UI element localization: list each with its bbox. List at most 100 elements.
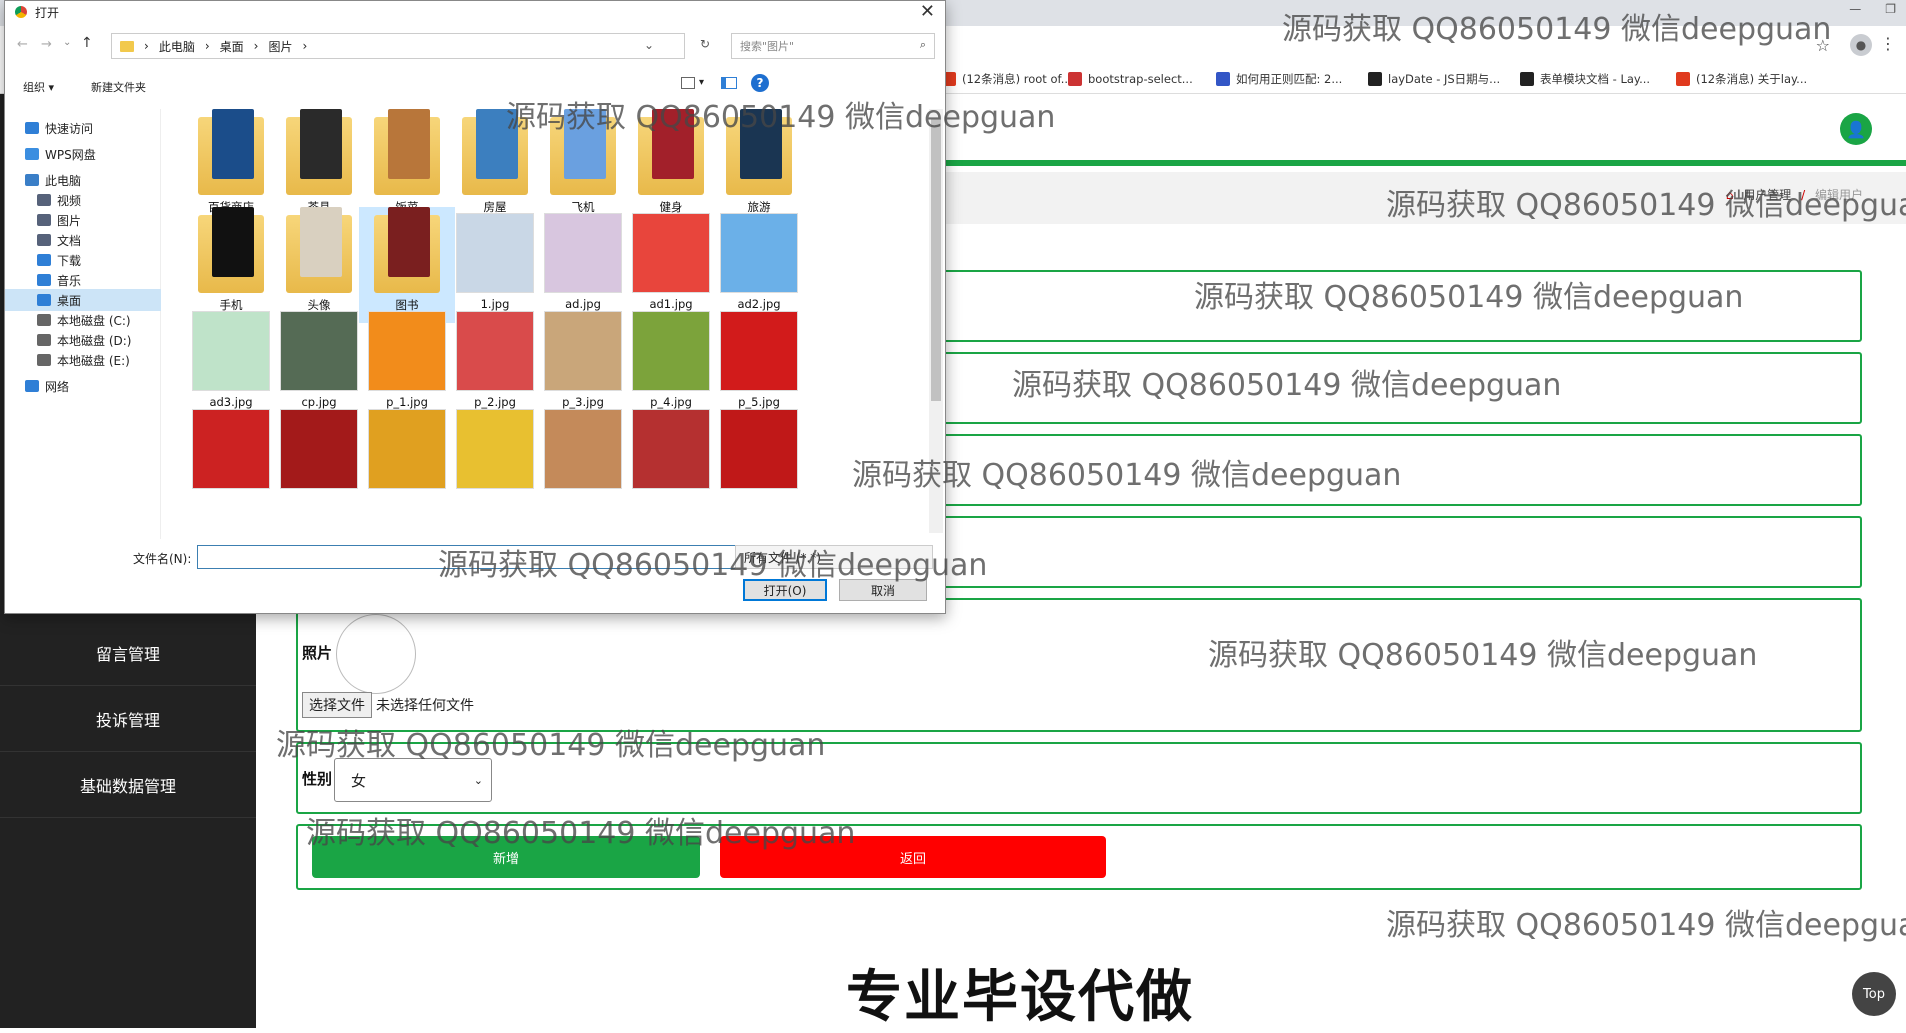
nav-item-label: WPS网盘 <box>45 147 96 162</box>
file-status: 未选择任何文件 <box>376 698 474 714</box>
folder-thumbnail-icon <box>368 109 446 195</box>
file-item[interactable] <box>711 403 807 519</box>
organize-button[interactable]: 组织 ▾ <box>23 79 54 95</box>
path-bar[interactable]: › 此电脑 › 桌面 › 图片 › ⌄ ↻ <box>111 33 710 59</box>
file-item[interactable] <box>359 403 455 519</box>
bookmark-label: layDate - JS日期与... <box>1388 72 1501 86</box>
picture-icon <box>37 214 51 226</box>
watermark-text: 源码获取 QQ86050149 微信deepguan <box>1208 638 1758 673</box>
photo-label: 照片 <box>302 644 333 662</box>
scrollbar-thumb[interactable] <box>931 119 941 401</box>
image-thumbnail <box>632 403 710 489</box>
bookmark-label: (12条消息) root of... <box>962 72 1072 86</box>
layui-icon <box>1520 72 1534 86</box>
back-arrow-icon[interactable]: ← <box>17 37 28 52</box>
close-icon[interactable]: ✕ <box>920 1 935 22</box>
nav-item-label: 桌面 <box>57 293 82 308</box>
menu-kebab-icon[interactable]: ⋮ <box>1880 34 1896 53</box>
folder-icon <box>120 40 134 52</box>
file-item[interactable] <box>447 403 543 519</box>
dialog-nav-row: ← → ⌄ ↑ › 此电脑 › 桌面 › 图片 › ⌄ ↻ 搜索"图片" ⌕ <box>5 29 945 63</box>
search-placeholder: 搜索"图片" <box>740 40 795 53</box>
nav-item[interactable]: 网络 <box>5 375 161 397</box>
nav-item[interactable]: 快速访问 <box>5 117 161 139</box>
image-thumbnail <box>632 305 710 391</box>
nav-item[interactable]: 此电脑 <box>5 169 161 191</box>
choose-file-button[interactable]: 选择文件 <box>302 692 372 718</box>
minimize-icon[interactable]: — <box>1849 2 1861 16</box>
gender-select[interactable]: 女 ⌄ <box>334 758 492 802</box>
file-item[interactable] <box>623 403 719 519</box>
layui-icon <box>1368 72 1382 86</box>
csdn-icon <box>1676 72 1690 86</box>
image-thumbnail <box>368 403 446 489</box>
nav-item[interactable]: 本地磁盘 (C:) <box>5 309 161 331</box>
nav-item[interactable]: 文档 <box>5 229 161 251</box>
sidebar-item-complaints[interactable]: 投诉管理 <box>0 686 256 752</box>
file-item[interactable] <box>183 403 279 519</box>
path-item[interactable]: 此电脑 <box>159 38 195 55</box>
file-item[interactable] <box>535 403 631 519</box>
watermark-text: 源码获取 QQ86050149 微信deepguan <box>1194 280 1744 315</box>
photo-preview <box>336 614 416 694</box>
sidebar-item-messages[interactable]: 留言管理 <box>0 620 256 686</box>
profile-icon[interactable]: ● <box>1850 34 1872 56</box>
image-thumbnail <box>368 305 446 391</box>
nav-item-label: 此电脑 <box>45 173 82 188</box>
nav-item[interactable]: WPS网盘 <box>5 143 161 165</box>
overlay-caption: 专业毕设代做 <box>846 965 1194 1030</box>
nav-item-label: 快速访问 <box>45 121 94 136</box>
bookmark-item[interactable]: 如何用正则匹配: 2... <box>1216 70 1342 88</box>
recent-dropdown-icon[interactable]: ⌄ <box>63 37 71 48</box>
image-thumbnail <box>720 403 798 489</box>
bookmark-label: (12条消息) 关于lay... <box>1696 72 1808 86</box>
nav-item[interactable]: 图片 <box>5 209 161 231</box>
path-dropdown-icon[interactable]: ⌄ <box>644 38 654 52</box>
maximize-icon[interactable]: ❐ <box>1885 2 1896 16</box>
bookmark-label: bootstrap-select... <box>1088 72 1193 86</box>
image-thumbnail <box>192 403 270 489</box>
bookmark-label: 如何用正则匹配: 2... <box>1236 72 1343 86</box>
video-icon <box>37 194 51 206</box>
nav-item-label: 下载 <box>57 253 82 268</box>
nav-item[interactable]: 音乐 <box>5 269 161 291</box>
image-thumbnail <box>544 403 622 489</box>
bookmark-item[interactable]: (12条消息) root of... <box>942 70 1072 88</box>
back-to-top-button[interactable]: Top <box>1852 972 1896 1016</box>
bookmark-item[interactable]: (12条消息) 关于lay... <box>1676 70 1807 88</box>
nav-item[interactable]: 桌面 <box>5 289 161 311</box>
bookmark-item[interactable]: layDate - JS日期与... <box>1368 70 1500 88</box>
up-arrow-icon[interactable]: ↑ <box>81 35 93 51</box>
file-item[interactable] <box>271 403 367 519</box>
view-mode-icon[interactable] <box>681 77 695 89</box>
bookmark-item[interactable]: 表单模块文档 - Lay... <box>1520 70 1650 88</box>
view-dropdown-icon[interactable]: ▾ <box>699 77 704 88</box>
new-folder-button[interactable]: 新建文件夹 <box>91 79 146 95</box>
nav-item[interactable]: 本地磁盘 (D:) <box>5 329 161 351</box>
sidebar-item-basic-data[interactable]: 基础数据管理 <box>0 752 256 818</box>
search-input[interactable]: 搜索"图片" ⌕ <box>731 33 935 59</box>
nav-item[interactable]: 本地磁盘 (E:) <box>5 349 161 371</box>
help-icon[interactable]: ? <box>751 74 769 92</box>
preview-pane-icon[interactable] <box>721 77 737 89</box>
folder-thumbnail-icon <box>368 207 446 293</box>
refresh-icon[interactable]: ↻ <box>700 37 710 51</box>
chevron-down-icon: ⌄ <box>473 773 483 787</box>
document-icon <box>37 234 51 246</box>
computer-icon <box>25 174 39 186</box>
nav-item-label: 音乐 <box>57 273 82 288</box>
path-separator-icon: › <box>302 39 308 53</box>
forward-arrow-icon[interactable]: → <box>41 37 52 52</box>
nav-item[interactable]: 下载 <box>5 249 161 271</box>
user-avatar-icon[interactable]: 👤 <box>1840 113 1872 145</box>
sidebar-item-label: 基础数据管理 <box>79 776 176 796</box>
sidebar-item-label: 投诉管理 <box>95 710 160 730</box>
path-item[interactable]: 桌面 <box>220 38 244 55</box>
path-item[interactable]: 图片 <box>268 38 292 55</box>
watermark-text: 源码获取 QQ86050149 微信deepguan <box>1386 188 1906 223</box>
filename-label: 文件名(N): <box>133 552 192 566</box>
gender-value: 女 <box>351 771 367 790</box>
pinwheel-icon <box>1216 72 1230 86</box>
nav-item[interactable]: 视频 <box>5 189 161 211</box>
bookmark-item[interactable]: bootstrap-select... <box>1068 70 1193 88</box>
